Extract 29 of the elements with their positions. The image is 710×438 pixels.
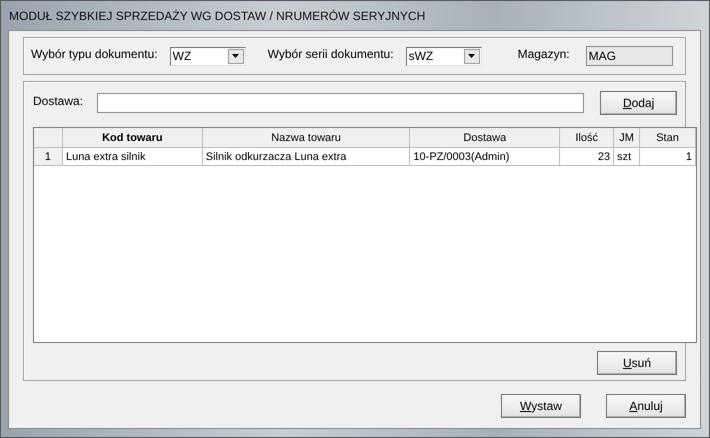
document-series-dropdown[interactable]: sWZ	[406, 46, 482, 66]
table-cell: Silnik odkurzacza Luna extra	[202, 148, 410, 166]
column-header[interactable]: Nazwa towaru	[202, 128, 410, 148]
warehouse-field[interactable]: MAG	[586, 46, 673, 66]
field-label: Dostawa:	[33, 94, 84, 108]
column-header[interactable]: Kod towaru	[62, 128, 203, 148]
column-header[interactable]: Dostawa	[410, 128, 560, 148]
add-button[interactable]: Dodaj	[600, 91, 677, 115]
remove-button[interactable]: Usuń	[597, 351, 677, 375]
column-header[interactable]: Ilość	[560, 128, 614, 148]
table-cell: Luna extra silnik	[62, 148, 203, 166]
dialog-button[interactable]: Wystaw	[501, 394, 581, 418]
table-cell: 1	[640, 148, 696, 166]
table-cell: szt	[614, 148, 640, 166]
document-type-dropdown[interactable]: WZ	[170, 46, 246, 66]
table-cell: 23	[560, 148, 614, 166]
field-label: Wybór typu dokumentu:	[31, 47, 158, 61]
delivery-input-field[interactable]	[97, 93, 584, 113]
dropdown-arrow-icon	[468, 54, 476, 58]
field-label: Wybór serii dokumentu:	[268, 47, 394, 61]
field-label: Magazyn:	[518, 47, 570, 61]
window-title: MODUŁ SZYBKIEJ SPRZEDAŻY WG DOSTAW / NRUMERÓW SERYJNYCH	[9, 8, 426, 22]
dialog-button[interactable]: Anuluj	[606, 394, 686, 418]
column-header[interactable]: Stan	[640, 128, 696, 148]
column-header[interactable]: JM	[614, 128, 640, 148]
row-number: 1	[34, 148, 63, 166]
table-cell: 10-PZ/0003(Admin)	[410, 148, 560, 166]
row-header-corner	[34, 128, 63, 148]
dropdown-arrow-icon	[232, 54, 240, 58]
